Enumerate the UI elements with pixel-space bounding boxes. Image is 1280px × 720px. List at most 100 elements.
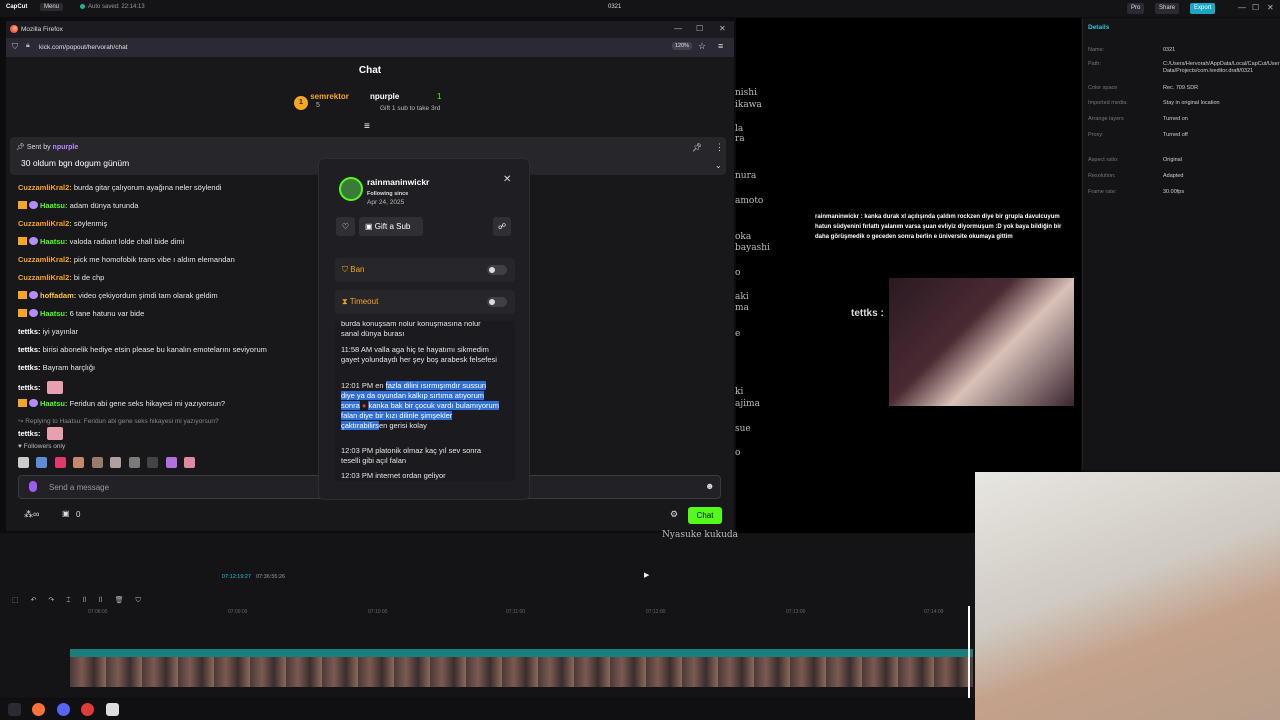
filter-icon[interactable]: ≡ xyxy=(364,121,370,132)
emote[interactable] xyxy=(54,457,66,468)
minimize-icon[interactable]: — xyxy=(1238,3,1246,12)
emote-strip[interactable] xyxy=(18,455,198,469)
maximize-icon[interactable]: ☐ xyxy=(1252,3,1259,12)
shield-icon[interactable]: ⛉ xyxy=(12,42,18,52)
chat-username[interactable]: tettks: xyxy=(18,429,41,438)
menu-button[interactable]: Menu xyxy=(40,3,64,11)
autosave-dot-icon xyxy=(80,4,85,9)
more-options-icon[interactable]: ⋮ xyxy=(715,142,724,153)
emote[interactable] xyxy=(91,457,103,468)
undo-icon[interactable]: ↶ xyxy=(31,597,37,604)
settings-gear-icon[interactable]: ⚙ xyxy=(670,509,678,520)
emote[interactable] xyxy=(147,457,159,468)
chat-send-button[interactable]: Chat xyxy=(688,507,722,524)
following-since-label: Following since xyxy=(367,191,409,197)
chat-username[interactable]: Haatsu: xyxy=(40,309,68,318)
delete-icon[interactable]: 🗑︎ xyxy=(115,597,124,604)
timeout-row[interactable]: ⧗ Timeout xyxy=(335,290,515,314)
discord-taskbar-icon[interactable] xyxy=(57,703,70,716)
hamburger-menu-icon[interactable]: ≡ xyxy=(718,41,723,51)
share-button[interactable]: Share xyxy=(1155,3,1180,14)
unpin-icon[interactable]: 📌︎ xyxy=(692,143,702,152)
emote[interactable] xyxy=(184,457,196,468)
select-tool-icon[interactable]: ⬚ xyxy=(12,597,19,604)
timeout-toggle[interactable] xyxy=(487,297,507,307)
second-gifter-name[interactable]: npurple xyxy=(370,92,399,101)
chat-username[interactable]: tettks: xyxy=(18,345,41,354)
mic-icon[interactable] xyxy=(29,481,37,492)
windows-start-icon[interactable] xyxy=(8,703,21,716)
chat-message: Haatsu: 6 tane hatunu var bide xyxy=(18,309,144,318)
chat-username[interactable]: CuzzamliKral2: xyxy=(18,183,72,192)
play-button[interactable]: ▶ xyxy=(644,571,649,579)
ff-maximize-icon[interactable]: ☐ xyxy=(696,24,703,33)
chat-username[interactable]: CuzzamliKral2: xyxy=(18,219,72,228)
credit-name: oka xyxy=(735,232,752,242)
emote[interactable] xyxy=(46,427,63,440)
emote[interactable] xyxy=(128,457,140,468)
project-name: 0321 xyxy=(608,4,622,10)
trim-right-icon[interactable]: ⌷ xyxy=(99,597,103,604)
video-track[interactable] xyxy=(70,649,973,687)
history-time: 11:58 AM xyxy=(341,345,373,354)
redo-icon[interactable]: ↷ xyxy=(48,597,54,604)
ff-close-icon[interactable]: ✕ xyxy=(719,24,726,33)
chat-message: Haatsu: valoda radiant lolde chall bide … xyxy=(18,237,184,246)
details-key: Aspect ratio: xyxy=(1088,157,1119,163)
mod-tools-icon[interactable]: ☍ xyxy=(493,217,511,236)
ban-toggle[interactable] xyxy=(487,265,507,275)
trim-left-icon[interactable]: ⌷ xyxy=(82,597,86,604)
shield-tool-icon[interactable]: ⛉ xyxy=(136,597,141,604)
follow-heart-button[interactable]: ♡ xyxy=(336,217,355,236)
chat-username[interactable]: CuzzamliKral2: xyxy=(18,273,72,282)
capcut-taskbar-icon[interactable] xyxy=(106,703,119,716)
emote[interactable] xyxy=(36,457,48,468)
emoji-icon[interactable]: ☻ xyxy=(705,481,714,491)
obs-taskbar-icon[interactable] xyxy=(81,703,94,716)
emote[interactable] xyxy=(46,381,63,394)
pro-button[interactable]: Pro xyxy=(1127,3,1145,14)
chat-text: Bayram harçlığı xyxy=(42,363,96,372)
gift-icon[interactable]: ▣ xyxy=(62,509,70,518)
chat-username[interactable]: Haatsu: xyxy=(40,237,68,246)
emote[interactable] xyxy=(110,457,122,468)
chat-username[interactable]: hoffadam: xyxy=(40,291,76,300)
crown-badge-icon xyxy=(18,291,27,299)
url-bar[interactable]: ⛉ 🔒︎ kick.com/popout/hervorah/chat 120% … xyxy=(6,38,734,57)
ff-minimize-icon[interactable]: — xyxy=(674,24,682,33)
export-button[interactable]: Export xyxy=(1190,3,1216,14)
chat-username[interactable]: tettks: xyxy=(18,327,41,336)
playhead[interactable] xyxy=(968,606,970,698)
popup-username[interactable]: rainmaninwickr xyxy=(367,177,429,187)
emote[interactable] xyxy=(165,457,177,468)
firefox-titlebar: Mozilla Firefox — ☐ ✕ xyxy=(6,21,734,38)
chevron-down-icon[interactable]: ⌄ xyxy=(715,161,722,170)
split-icon[interactable]: ⌶ xyxy=(66,597,70,604)
credit-name: Nyasuke kukuda xyxy=(662,530,739,540)
lock-icon[interactable]: 🔒︎ xyxy=(26,42,30,50)
ban-row[interactable]: ⛉ Ban xyxy=(335,258,515,282)
emote[interactable] xyxy=(73,457,85,468)
star-icon[interactable]: ☆ xyxy=(698,41,706,52)
chat-username[interactable]: CuzzamliKral2: xyxy=(18,255,72,264)
close-icon[interactable]: ✕ xyxy=(503,174,511,185)
gift-sub-button[interactable]: ▣ Gift a Sub xyxy=(359,217,423,236)
firefox-taskbar-icon[interactable] xyxy=(32,703,45,716)
infinity-points-icon[interactable]: ⁂∞ xyxy=(24,509,39,520)
chat-username[interactable]: Haatsu: xyxy=(40,399,68,408)
credit-name: ra xyxy=(735,134,745,144)
top-gifter-name[interactable]: semrektor xyxy=(310,92,349,101)
chat-username[interactable]: tettks: xyxy=(18,383,41,392)
chat-username[interactable]: Haatsu: xyxy=(40,201,68,210)
emote[interactable] xyxy=(18,457,29,468)
chat-username[interactable]: tettks: xyxy=(18,363,41,372)
timeline-ruler[interactable]: 07:08:00 07:09:00 07:10:00 07:11:00 07:12:00… xyxy=(70,607,975,617)
pinned-text: 30 oldum bgn dogum günüm xyxy=(21,158,130,168)
points-count: 0 xyxy=(76,510,81,519)
url-text[interactable]: kick.com/popout/hervorah/chat xyxy=(39,44,128,51)
credit-name: o xyxy=(735,268,741,278)
zoom-level[interactable]: 120% xyxy=(672,42,693,50)
close-icon[interactable]: ✕ xyxy=(1267,3,1274,12)
message-history[interactable]: burda konuşsam nolur konuşmasına nolur s… xyxy=(335,321,515,481)
pinned-user[interactable]: npurple xyxy=(53,144,79,151)
